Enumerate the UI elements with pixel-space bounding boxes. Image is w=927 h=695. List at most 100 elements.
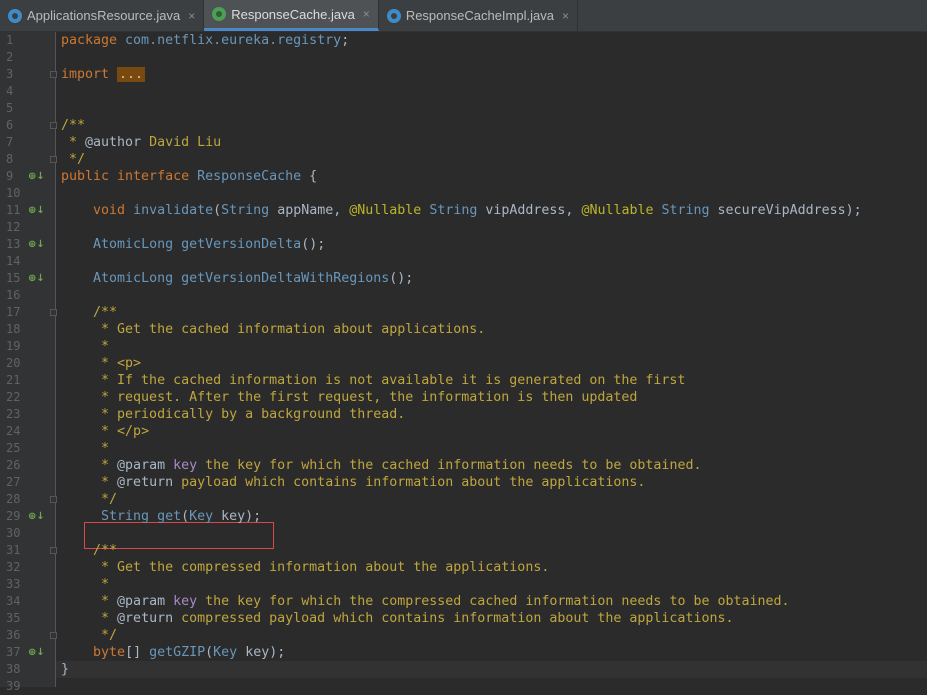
code-line[interactable]: 13 ⊕↓ AtomicLong getVersionDelta(); (0, 236, 927, 253)
code-line[interactable]: 22 * request. After the first request, t… (0, 389, 927, 406)
code-token: /** (61, 543, 118, 558)
code-line[interactable]: 29 ⊕↓ String get(Key key); (0, 508, 927, 525)
implemented-method-icon[interactable]: ⊕↓ (28, 238, 45, 251)
code-line[interactable]: 8 */ (0, 151, 927, 168)
code-token: * (61, 475, 118, 490)
code-line[interactable]: 17 /** (0, 304, 927, 321)
implemented-method-icon[interactable]: ⊕↓ (28, 170, 45, 183)
fold-toggle-icon[interactable] (50, 122, 57, 129)
code-token: */ (61, 152, 86, 167)
code-line[interactable]: 23 * periodically by a background thread… (0, 406, 927, 423)
code-line[interactable]: 26 * @param key the key for which the ca… (0, 457, 927, 474)
line-number: 14 (6, 254, 21, 268)
code-line[interactable]: 20 * <p> (0, 355, 927, 372)
code-line[interactable]: 27 * @return payload which contains info… (0, 474, 927, 491)
code-line[interactable]: 15 ⊕↓ AtomicLong getVersionDeltaWithRegio… (0, 270, 927, 287)
code-text: AtomicLong getVersionDeltaWithRegions(); (61, 270, 413, 287)
code-token: byte (93, 645, 126, 660)
tab-responsecache[interactable]: ResponseCache.java × (204, 0, 379, 31)
code-line[interactable]: 2 (0, 49, 927, 66)
code-line[interactable]: 12 (0, 219, 927, 236)
code-token: payload which contains information about… (181, 475, 646, 490)
close-icon[interactable]: × (363, 7, 370, 21)
code-line[interactable]: 25 * (0, 440, 927, 457)
line-number: 25 (6, 441, 21, 455)
code-line[interactable]: 28 */ (0, 491, 927, 508)
code-token: getVersionDelta (181, 237, 302, 252)
code-line[interactable]: 7 * @author David Liu (0, 134, 927, 151)
line-number: 20 (6, 356, 21, 370)
code-text: * If the cached information is not avail… (61, 372, 685, 389)
code-line[interactable]: 36 */ (0, 627, 927, 644)
code-token: com.netflix.eureka.registry (125, 33, 342, 48)
line-number: 29 (6, 509, 21, 523)
line-number: 7 (6, 135, 14, 149)
code-line[interactable]: 4 (0, 83, 927, 100)
implemented-method-icon[interactable]: ⊕↓ (28, 510, 45, 523)
code-token: @return (117, 611, 182, 626)
code-token: key); (245, 645, 286, 660)
implemented-method-icon[interactable]: ⊕↓ (28, 272, 45, 285)
code-line[interactable]: 5 (0, 100, 927, 117)
code-line[interactable]: 19 * (0, 338, 927, 355)
code-line[interactable]: 35 * @return compressed payload which co… (0, 610, 927, 627)
code-line[interactable]: 37 ⊕↓ byte[] getGZIP(Key key); (0, 644, 927, 661)
folded-imports[interactable]: ... (117, 67, 146, 82)
code-line[interactable]: 38} (0, 661, 927, 678)
fold-toggle-icon[interactable] (50, 496, 57, 503)
code-text: AtomicLong getVersionDelta(); (61, 236, 325, 253)
line-number: 26 (6, 458, 21, 472)
tab-label: ApplicationsResource.java (27, 8, 181, 23)
fold-toggle-icon[interactable] (50, 309, 57, 316)
code-line[interactable]: 9 ⊕↓ public interface ResponseCache { (0, 168, 927, 185)
close-icon[interactable]: × (188, 9, 195, 23)
fold-toggle-icon[interactable] (50, 156, 57, 163)
code-token: void (93, 203, 134, 218)
close-icon[interactable]: × (562, 9, 569, 23)
line-number: 19 (6, 339, 21, 353)
code-line[interactable]: 1 package com.netflix.eureka.registry; (0, 32, 927, 49)
code-line[interactable]: 34 * @param key the key for which the co… (0, 593, 927, 610)
code-text: * request. After the first request, the … (61, 389, 637, 406)
line-number: 13 (6, 237, 21, 251)
code-line[interactable]: 16 (0, 287, 927, 304)
line-number: 17 (6, 305, 21, 319)
code-line[interactable]: 24 * </p> (0, 423, 927, 440)
code-token: } (61, 662, 70, 677)
code-line[interactable]: 14 (0, 253, 927, 270)
line-number: 16 (6, 288, 21, 302)
code-token: */ (61, 492, 118, 507)
code-line[interactable]: 32 * Get the compressed information abou… (0, 559, 927, 576)
code-text: * @return compressed payload which conta… (61, 610, 733, 627)
tab-applicationsresource[interactable]: ApplicationsResource.java × (0, 0, 205, 31)
code-line[interactable]: 3 import ... (0, 66, 927, 83)
code-line[interactable]: 31 /** (0, 542, 927, 559)
code-text: * periodically by a background thread. (61, 406, 405, 423)
code-text: public interface ResponseCache { (61, 168, 317, 185)
code-line[interactable]: 21 * If the cached information is not av… (0, 372, 927, 389)
tab-responsecacheimpl[interactable]: ResponseCacheImpl.java × (379, 0, 578, 31)
line-number: 38 (6, 662, 21, 676)
fold-toggle-icon[interactable] (50, 71, 57, 78)
implemented-method-icon[interactable]: ⊕↓ (28, 646, 45, 659)
code-line[interactable]: 18 * Get the cached information about ap… (0, 321, 927, 338)
code-line[interactable]: 6 /** (0, 117, 927, 134)
code-line[interactable]: 11 ⊕↓ void invalidate(String appName, @Nu… (0, 202, 927, 219)
code-text: } (61, 661, 69, 678)
fold-toggle-icon[interactable] (50, 632, 57, 639)
code-token: Key (213, 645, 246, 660)
code-text: void invalidate(String appName, @Nullabl… (61, 202, 862, 219)
code-token: getVersionDeltaWithRegions (181, 271, 390, 286)
code-editor[interactable]: 1 package com.netflix.eureka.registry; 2 3 i… (0, 32, 927, 693)
code-token: { (309, 169, 318, 184)
line-number: 32 (6, 560, 21, 574)
code-token: @param (117, 594, 174, 609)
fold-toggle-icon[interactable] (50, 547, 57, 554)
code-line[interactable]: 33 * (0, 576, 927, 593)
code-token: * (61, 577, 110, 592)
code-line[interactable]: 30 (0, 525, 927, 542)
code-token: */ (61, 628, 118, 643)
code-line[interactable]: 10 (0, 185, 927, 202)
implemented-method-icon[interactable]: ⊕↓ (28, 204, 45, 217)
